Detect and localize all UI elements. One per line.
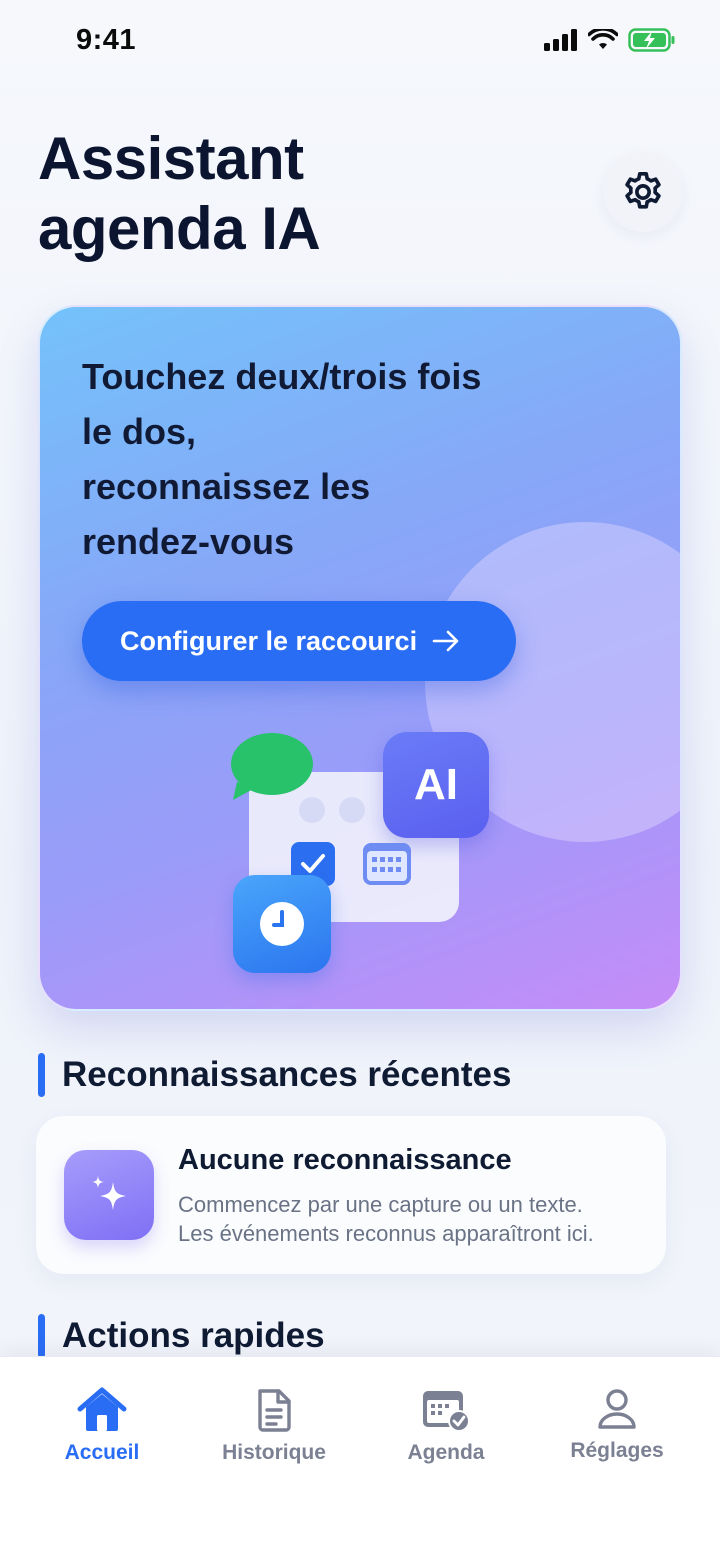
cellular-signal-icon [544,29,577,51]
section-accent-bar [38,1053,45,1097]
recent-section-title: Reconnaissances récentes [62,1055,512,1094]
hero-title: Touchez deux/trois fois le dos, reconnai… [82,349,582,569]
home-icon [77,1387,127,1431]
empty-state-desc-line: Commencez par une capture ou un texte. [178,1192,583,1217]
empty-state-description: Commencez par une capture ou un texte. L… [178,1190,658,1248]
arrow-right-icon [432,630,459,652]
calendar-check-icon [423,1391,470,1432]
gear-icon [625,171,661,209]
person-icon [598,1389,636,1429]
battery-charging-icon [628,28,675,52]
tab-historique-label: Historique [222,1441,326,1464]
quick-actions-section-title: Actions rapides [62,1316,325,1355]
page-title-line-2: agenda IA [38,195,321,262]
status-bar: 9:41 [0,0,720,84]
recent-section-header: Reconnaissances récentes [38,1053,511,1097]
ai-badge: AI [383,732,489,838]
tab-bar: Accueil Historique Agenda Réglages [0,1356,720,1558]
settings-button[interactable] [603,152,683,232]
status-time: 9:41 [76,24,137,56]
quick-actions-section-header: Actions rapides [38,1314,325,1358]
illustration-dot [339,797,365,823]
recent-empty-card: Aucune reconnaissance Commencez par une … [36,1116,666,1274]
hero-title-line: Touchez deux/trois fois [82,356,482,397]
hero-illustration: AI [225,727,495,977]
wifi-icon [588,29,618,49]
tab-accueil-label: Accueil [64,1441,140,1464]
tab-agenda-label: Agenda [407,1441,485,1464]
section-accent-bar [38,1314,45,1358]
clock-icon [233,875,331,973]
page-title-line-1: Assistant [38,125,304,192]
configure-shortcut-label: Configurer le raccourci [120,625,418,656]
tab-reglages-label: Réglages [570,1439,664,1462]
tab-accueil[interactable]: Accueil [22,1387,182,1465]
page-title: Assistant agenda IA [38,124,558,264]
keypad-calendar-icon [363,843,411,885]
hero-title-line: rendez-vous [82,521,295,562]
hero-title-line: le dos, [82,411,197,452]
tab-historique[interactable]: Historique [194,1387,354,1465]
empty-state-desc-line: Les événements reconnus apparaîtront ici… [178,1221,594,1246]
chat-bubble-icon [231,733,313,800]
tab-reglages[interactable]: Réglages [537,1387,697,1463]
empty-state-title: Aucune reconnaissance [178,1144,512,1176]
tab-agenda[interactable]: Agenda [366,1387,526,1465]
status-icons [544,28,676,52]
hero-title-line: reconnaissez les [82,466,371,507]
hero-card: Touchez deux/trois fois le dos, reconnai… [38,305,682,1011]
document-icon [258,1389,291,1432]
sparkle-icon [64,1150,154,1240]
configure-shortcut-button[interactable]: Configurer le raccourci [82,601,516,681]
